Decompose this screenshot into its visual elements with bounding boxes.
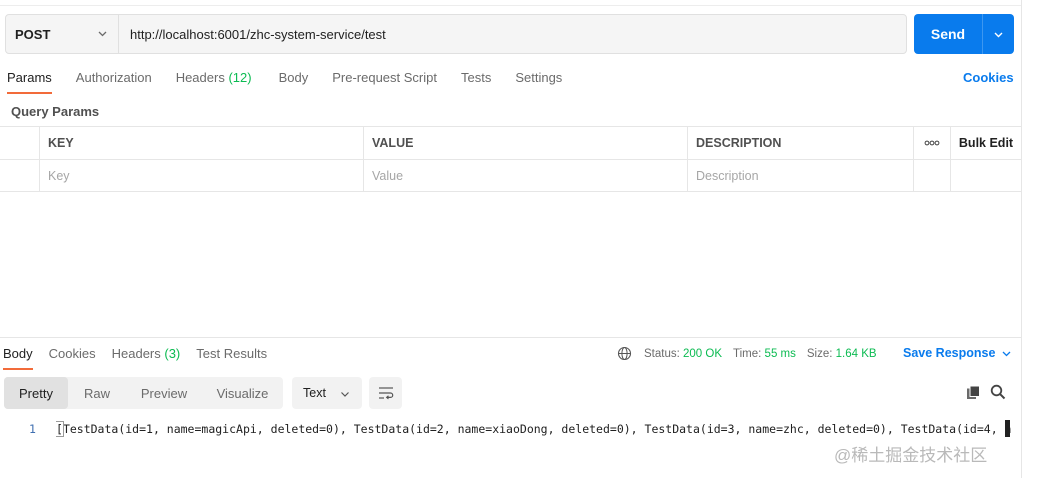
- bulk-edit-button[interactable]: Bulk Edit: [951, 127, 1021, 159]
- tab-settings[interactable]: Settings: [515, 64, 562, 94]
- tab-tests[interactable]: Tests: [461, 64, 491, 94]
- search-icon[interactable]: [990, 384, 1006, 400]
- tab-body-label: Body: [278, 70, 309, 85]
- key-input[interactable]: Key: [40, 160, 364, 191]
- query-params-title: Query Params: [11, 104, 100, 119]
- watermark: @稀土掘金技术社区: [834, 446, 988, 465]
- line-number: 1: [29, 422, 36, 436]
- send-button[interactable]: Send: [914, 14, 982, 54]
- value-column-header: VALUE: [364, 127, 688, 159]
- send-button-group: Send: [914, 14, 1014, 54]
- tab-response-body-label: Body: [3, 346, 33, 361]
- response-body-text: TestData(id=1, name=magicApi, deleted=0)…: [62, 422, 1012, 436]
- tab-prerequest-script[interactable]: Pre-request Script: [332, 64, 437, 94]
- tab-params-label: Params: [7, 70, 52, 85]
- table-header-row: KEY VALUE DESCRIPTION Bulk Edit: [0, 126, 1021, 159]
- globe-icon[interactable]: [617, 346, 632, 361]
- checkbox-column-header: [0, 127, 40, 159]
- text-cursor: [1005, 420, 1010, 437]
- tab-params[interactable]: Params: [7, 64, 52, 94]
- tab-authorization-label: Authorization: [75, 70, 152, 85]
- tab-settings-label: Settings: [515, 70, 563, 85]
- method-select[interactable]: POST: [6, 15, 119, 53]
- tab-tests-label: Tests: [460, 70, 492, 85]
- response-headers-count-badge: (3): [164, 346, 181, 361]
- size-value: 1.64 KB: [835, 347, 877, 360]
- headers-count-badge: (12): [228, 70, 252, 85]
- tab-response-body[interactable]: Body: [3, 340, 33, 370]
- size-label: Size:: [806, 347, 833, 360]
- row-spacer: [951, 160, 1021, 191]
- bracket-highlight: [: [56, 421, 64, 437]
- request-tabs: Params Authorization Headers (12) Body P…: [0, 64, 562, 94]
- top-border: [0, 5, 1021, 6]
- wrap-lines-icon: [378, 387, 393, 400]
- tab-body[interactable]: Body: [279, 64, 309, 94]
- cookies-link[interactable]: Cookies: [963, 70, 1014, 85]
- time-value: 55 ms: [764, 347, 796, 360]
- tab-prerequest-label: Pre-request Script: [332, 70, 437, 85]
- time-label: Time:: [733, 347, 762, 360]
- response-type-label: Text: [303, 386, 326, 400]
- status-label: Status:: [644, 347, 680, 360]
- status-value: 200 OK: [683, 347, 723, 360]
- method-label: POST: [15, 26, 51, 42]
- save-response-label: Save Response: [903, 346, 996, 360]
- tab-response-headers-label: Headers: [111, 346, 161, 361]
- tab-test-results-label: Test Results: [196, 346, 268, 361]
- chevron-down-icon: [994, 32, 1003, 37]
- response-body-editor[interactable]: [TestData(id=1, name=magicApi, deleted=0…: [56, 421, 1012, 439]
- chevron-down-icon: [98, 31, 107, 37]
- key-column-header: KEY: [40, 127, 364, 159]
- tab-test-results[interactable]: Test Results: [196, 340, 267, 370]
- raw-button[interactable]: Raw: [68, 377, 126, 409]
- more-options-button[interactable]: [914, 127, 951, 159]
- more-dots-icon: [924, 140, 940, 146]
- row-spacer: [914, 160, 951, 191]
- word-wrap-button[interactable]: [369, 377, 402, 409]
- copy-icon[interactable]: [966, 385, 981, 400]
- response-tabs: Body Cookies Headers (3) Test Results: [0, 340, 267, 370]
- save-response-button[interactable]: Save Response: [903, 346, 1012, 360]
- tab-authorization[interactable]: Authorization: [76, 64, 152, 94]
- value-input[interactable]: Value: [364, 160, 688, 191]
- url-input[interactable]: http://localhost:6001/zhc-system-service…: [119, 15, 906, 53]
- chevron-down-icon: [341, 392, 349, 397]
- panel-divider[interactable]: [0, 337, 1021, 338]
- tab-headers[interactable]: Headers (12): [176, 64, 252, 94]
- right-border: [1021, 0, 1022, 478]
- chevron-down-icon: [1002, 351, 1011, 356]
- tab-headers-label: Headers: [175, 70, 225, 85]
- query-params-table: KEY VALUE DESCRIPTION Bulk Edit Key Valu…: [0, 126, 1021, 192]
- url-text: http://localhost:6001/zhc-system-service…: [130, 26, 386, 42]
- send-options-button[interactable]: [983, 14, 1014, 54]
- response-format-group: Pretty Raw Preview Visualize: [4, 377, 283, 409]
- request-bar: POST http://localhost:6001/zhc-system-se…: [5, 14, 907, 54]
- response-type-select[interactable]: Text: [292, 377, 362, 409]
- preview-button[interactable]: Preview: [126, 377, 202, 409]
- description-input[interactable]: Description: [688, 160, 914, 191]
- response-meta: Status: 200 OK Time: 55 ms Size: 1.64 KB: [617, 346, 877, 361]
- pretty-button[interactable]: Pretty: [4, 377, 68, 409]
- description-column-header: DESCRIPTION: [688, 127, 914, 159]
- tab-response-cookies-label: Cookies: [48, 346, 96, 361]
- tab-response-cookies[interactable]: Cookies: [49, 340, 96, 370]
- visualize-button[interactable]: Visualize: [202, 377, 283, 409]
- table-row: Key Value Description: [0, 159, 1021, 192]
- row-checkbox-cell: [0, 160, 40, 191]
- tab-response-headers[interactable]: Headers (3): [112, 340, 181, 370]
